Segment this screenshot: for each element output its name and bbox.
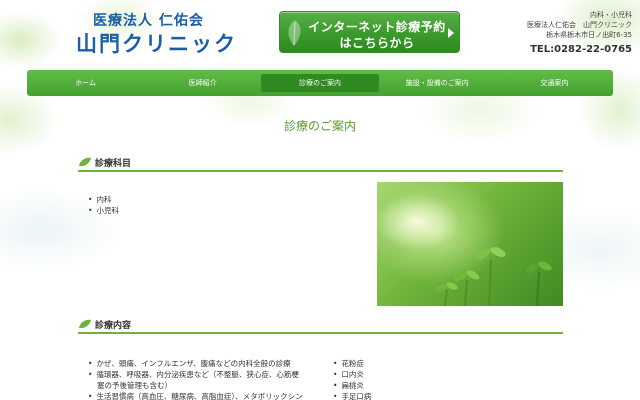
page-title: 診療のご案内 xyxy=(283,119,356,133)
content-list-left: かぜ、頭痛、インフルエンザ、腹痛などの内科全般の診療 循環器、呼吸器、内分泌疾患… xyxy=(88,358,328,400)
subjects-list: 内科 小児科 xyxy=(88,194,119,216)
reserve-line-1: インターネット診療予約 xyxy=(308,20,446,34)
leaf-bullet-icon xyxy=(79,319,91,329)
list-item: 花粉症 xyxy=(333,358,371,369)
info-name: 医療法人仁佑会 山門クリニック xyxy=(527,21,632,29)
internet-reservation-button[interactable]: インターネット診療予約 はこちらから xyxy=(279,11,460,53)
sprout-photo xyxy=(377,182,563,306)
arrow-right-icon xyxy=(448,28,454,38)
nav-label: ホーム xyxy=(75,79,96,87)
nav-item-facilities[interactable]: 施設・設備のご案内 xyxy=(379,70,496,96)
section-heading-subjects: 診療科目 xyxy=(78,156,563,172)
clinic-info: 内科・小児科 医療法人仁佑会 山門クリニック 栃木県栃木市日ノ出町6-35 xyxy=(527,10,632,40)
nav-label: 交通案内 xyxy=(540,79,569,87)
list-item: 口内炎 xyxy=(333,369,371,380)
logo-subtitle: 医療法人 仁佑会 xyxy=(93,13,204,29)
telephone-number: TEL:0282-22-0765 xyxy=(530,44,632,55)
info-departments: 内科・小児科 xyxy=(590,11,632,19)
list-item: 小児科 xyxy=(88,205,119,216)
nav-label: 診療のご案内 xyxy=(299,79,341,87)
content-list-right: 花粉症 口内炎 扁桃炎 手足口病 xyxy=(333,358,371,400)
list-item: 手足口病 xyxy=(333,391,371,400)
section-heading-content: 診療内容 xyxy=(78,318,563,334)
logo-clinic-name[interactable]: 山門クリニック xyxy=(76,28,237,58)
nav-item-home[interactable]: ホーム xyxy=(27,70,144,96)
main-nav: ホーム 医師紹介 診療のご案内 施設・設備のご案内 交通案内 xyxy=(27,70,613,96)
sprout-image-icon xyxy=(435,247,552,306)
page: 医療法人 仁佑会 山門クリニック インターネット診療予約 はこちらから 内科・小… xyxy=(0,0,640,400)
leaf-bullet-icon xyxy=(79,157,91,167)
section-heading-text: 診療内容 xyxy=(95,321,132,331)
section-heading-text: 診療科目 xyxy=(95,159,132,169)
list-item-continued: 塞の予後管理も含む） xyxy=(97,381,172,390)
list-item: 生活習慣病（高血圧、糖尿病、高脂血症）、メタボリックシン xyxy=(88,391,328,400)
list-item: 循環器、呼吸器、内分泌疾患など（不整脈、狭心症、心筋梗 xyxy=(88,369,328,380)
info-address: 栃木県栃木市日ノ出町6-35 xyxy=(546,31,632,39)
nav-label: 施設・設備のご案内 xyxy=(405,79,469,87)
nav-item-access[interactable]: 交通案内 xyxy=(496,70,613,96)
list-item: 扁桃炎 xyxy=(333,380,371,391)
nav-item-doctor[interactable]: 医師紹介 xyxy=(144,70,261,96)
list-item: 内科 xyxy=(88,194,119,205)
nav-label: 医師紹介 xyxy=(188,79,217,87)
nav-item-medical-guide[interactable]: 診療のご案内 xyxy=(261,70,379,96)
list-item: かぜ、頭痛、インフルエンザ、腹痛などの内科全般の診療 xyxy=(88,358,328,369)
reserve-line-2: はこちらから xyxy=(339,36,415,50)
